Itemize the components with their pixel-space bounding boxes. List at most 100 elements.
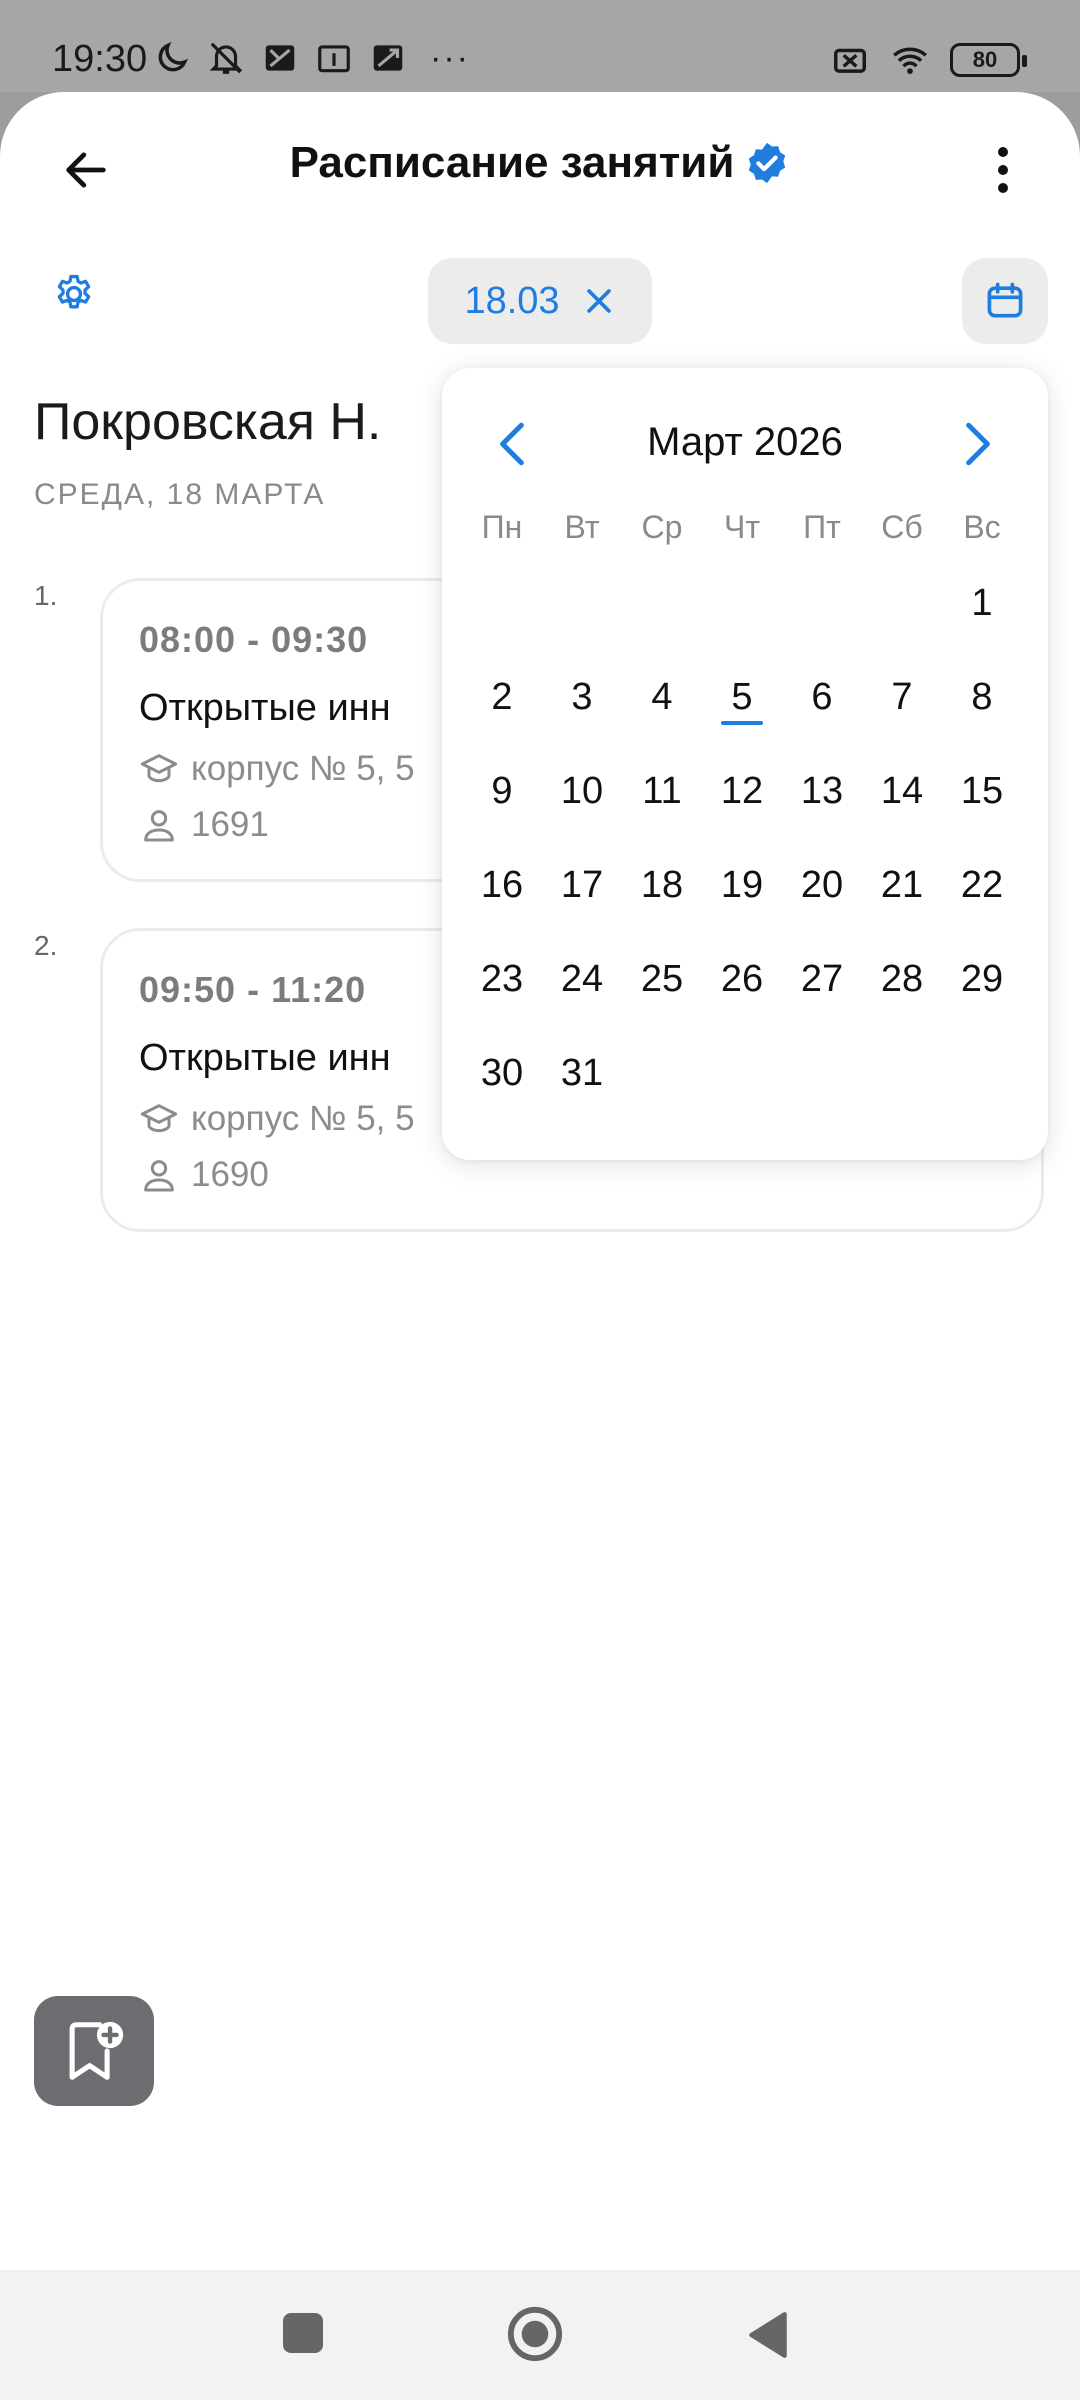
lesson-room-text: корпус № 5, 5 <box>191 749 415 788</box>
calendar-day[interactable]: 30 <box>462 1043 542 1103</box>
calendar-day[interactable]: 7 <box>862 667 942 727</box>
title-wrap: Расписание занятий <box>0 138 1080 188</box>
calendar-empty-cell <box>862 1043 942 1103</box>
lesson-room: корпус № 5, 5 <box>139 749 415 789</box>
calendar-day[interactable]: 13 <box>782 761 862 821</box>
calendar-icon <box>987 282 1023 318</box>
calendar-day[interactable]: 17 <box>542 855 622 915</box>
status-icons-right: 80 <box>830 40 1027 80</box>
gear-icon <box>57 274 91 309</box>
calendar-empty-cell <box>942 1043 1022 1103</box>
calendar-day[interactable]: 8 <box>942 667 1022 727</box>
moon-icon <box>152 38 192 78</box>
calendar-day[interactable]: 16 <box>462 855 542 915</box>
page-title: Расписание занятий <box>289 138 735 187</box>
top-app-bar: Расписание занятий <box>0 92 1080 232</box>
calendar-day[interactable]: 19 <box>702 855 782 915</box>
weekday-label: Чт <box>724 508 760 545</box>
calendar-empty-cell <box>702 573 782 633</box>
calendar-day[interactable]: 1 <box>942 573 1022 633</box>
calendar-day[interactable]: 18 <box>622 855 702 915</box>
calendar-day[interactable]: 24 <box>542 949 622 1009</box>
calendar-day[interactable]: 29 <box>942 949 1022 1009</box>
status-bar: 19:30 ··· 80 <box>0 0 1080 92</box>
calendar-day[interactable]: 21 <box>862 855 942 915</box>
calendar-day[interactable]: 6 <box>782 667 862 727</box>
calendar-day[interactable]: 2 <box>462 667 542 727</box>
calendar-day[interactable]: 27 <box>782 949 862 1009</box>
calendar-day[interactable]: 22 <box>942 855 1022 915</box>
calendar-week-row: 30 31 <box>462 1026 1022 1120</box>
lesson-room: корпус № 5, 5 <box>139 1099 415 1139</box>
calendar-day[interactable]: 5 <box>702 667 782 727</box>
calendar-day[interactable]: 3 <box>542 667 622 727</box>
calendar-button[interactable] <box>962 258 1048 344</box>
dot <box>998 183 1008 193</box>
app-icon-2 <box>368 38 408 78</box>
calendar-day[interactable]: 20 <box>782 855 862 915</box>
date-picker-popup: Март 2026 Пн Вт Ср Чт Пт Сб Вс 1 2 3 4 5 6 7 8 9 10 11 12… <box>442 368 1048 1160</box>
weekday-label: Вс <box>963 508 1001 545</box>
calendar-day[interactable]: 11 <box>622 761 702 821</box>
more-menu-button[interactable] <box>978 134 1028 206</box>
calendar-empty-cell <box>542 573 622 633</box>
calendar-day[interactable]: 28 <box>862 949 942 1009</box>
calendar-week-row: 23 24 25 26 27 28 29 <box>462 932 1022 1026</box>
recents-button[interactable] <box>283 2313 323 2353</box>
calendar-empty-cell <box>782 573 862 633</box>
weekday-label: Пт <box>803 508 841 545</box>
chevron-right-icon <box>966 422 990 466</box>
weekday-label: Вт <box>564 508 600 545</box>
lesson-time: 09:50 - 11:20 <box>139 969 367 1010</box>
calendar-empty-cell <box>862 573 942 633</box>
dot <box>998 165 1008 175</box>
calendar-day[interactable]: 31 <box>542 1043 622 1103</box>
calendar-day[interactable]: 26 <box>702 949 782 1009</box>
graduation-cap-icon <box>140 754 178 783</box>
lesson-group: 1690 <box>139 1155 269 1195</box>
lesson-title: Открытые инн <box>139 687 391 729</box>
calendar-week-row: 9 10 11 12 13 14 15 <box>462 744 1022 838</box>
date-filter-chip[interactable]: 18.03 <box>428 258 652 344</box>
add-bookmark-button[interactable] <box>34 1996 154 2106</box>
calendar-grid: Пн Вт Ср Чт Пт Сб Вс 1 2 3 4 5 6 7 8 9 10 11 12 13 14 15 16 17… <box>462 498 1022 1120</box>
lesson-group: 1691 <box>139 805 269 845</box>
back-triangle-icon[interactable] <box>746 2310 790 2360</box>
calendar-day[interactable]: 4 <box>622 667 702 727</box>
calendar-day[interactable]: 9 <box>462 761 542 821</box>
wifi-icon <box>890 40 930 80</box>
settings-button[interactable] <box>52 272 102 322</box>
day-label: СРЕДА, 18 МАРТА <box>34 478 326 511</box>
calendar-empty-cell <box>622 573 702 633</box>
home-button-icon[interactable] <box>506 2305 564 2363</box>
weekday-label: Пн <box>481 508 523 545</box>
dot <box>998 147 1008 157</box>
calendar-day[interactable]: 25 <box>622 949 702 1009</box>
muted-bell-icon <box>206 38 246 78</box>
calendar-day[interactable]: 14 <box>862 761 942 821</box>
weekday-header-row: Пн Вт Ср Чт Пт Сб Вс <box>462 498 1022 556</box>
calendar-day[interactable]: 15 <box>942 761 1022 821</box>
calendar-week-row: 16 17 18 19 20 21 22 <box>462 838 1022 932</box>
calendar-day[interactable]: 10 <box>542 761 622 821</box>
calendar-week-row: 2345678 <box>462 650 1022 744</box>
calendar-day[interactable]: 12 <box>702 761 782 821</box>
system-nav-bar <box>0 2270 1080 2400</box>
weekday-label: Ср <box>641 508 683 545</box>
calendar-day[interactable]: 23 <box>462 949 542 1009</box>
person-icon <box>144 1160 174 1192</box>
weekday-label: Сб <box>881 508 923 545</box>
battery-indicator: 80 <box>950 43 1027 77</box>
status-time: 19:30 <box>52 38 148 80</box>
app-icon-1 <box>260 38 300 78</box>
next-month-button[interactable] <box>952 414 1002 474</box>
overflow-dots: ··· <box>430 38 470 77</box>
lesson-time: 08:00 - 09:30 <box>139 619 369 660</box>
calendar-empty-cell <box>782 1043 862 1103</box>
date-chip-label: 18.03 <box>464 279 560 322</box>
teacher-name: Покровская Н. <box>34 393 382 451</box>
close-icon[interactable] <box>582 284 616 318</box>
verified-badge-icon <box>749 142 786 184</box>
calendar-empty-cell <box>462 573 542 633</box>
calendar-week-row: 1 <box>462 556 1022 650</box>
